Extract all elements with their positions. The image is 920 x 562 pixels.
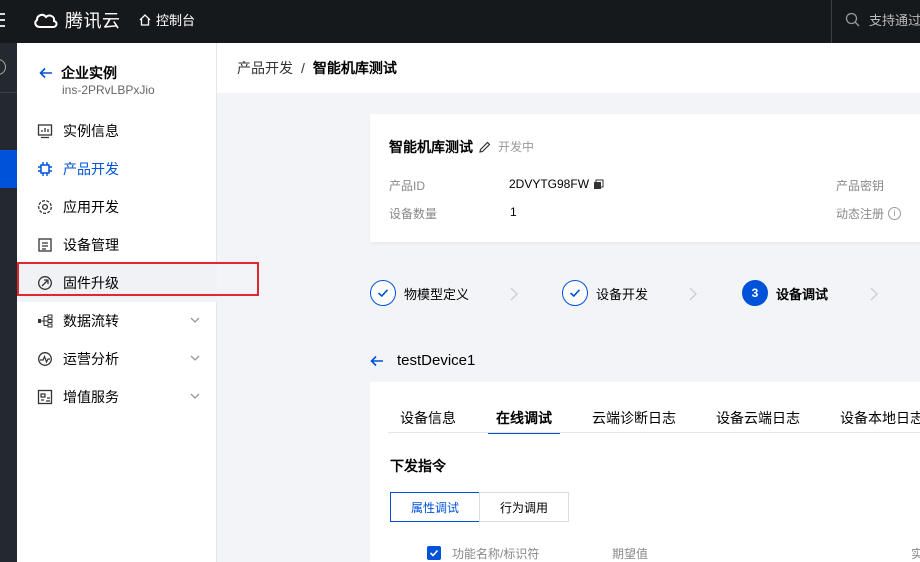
device-list-icon <box>37 237 53 253</box>
dynamic-reg-row: 动态注册 i <box>836 205 902 222</box>
product-name-row: 智能机库测试 <box>389 137 492 157</box>
sidebar-item-label: 增值服务 <box>63 389 119 405</box>
device-back-row[interactable]: testDevice1 <box>370 352 475 369</box>
debug-card: 设备信息 在线调试 云端诊断日志 设备云端日志 设备本地日志 下发指令 属性调试… <box>370 382 920 562</box>
check-icon <box>370 280 396 306</box>
sidebar-item-label: 运营分析 <box>63 351 119 367</box>
sidebar-item-analytics[interactable]: 运营分析 <box>17 340 217 378</box>
chevron-right-icon <box>510 287 518 301</box>
step-label: 设备调试 <box>776 286 829 302</box>
top-bar: 腾讯云 控制台 支持通过 <box>0 0 920 43</box>
step-number-badge: 3 <box>742 280 768 306</box>
strip-active-indicator[interactable] <box>0 150 17 188</box>
tab-device-cloud-log[interactable]: 设备云端日志 <box>716 408 800 433</box>
menu-icon[interactable] <box>0 11 10 29</box>
arrow-left-icon <box>39 67 52 79</box>
col-actual-value: 实 <box>911 547 920 561</box>
chevron-down-icon <box>190 393 200 399</box>
sidebar-item-product-dev[interactable]: 产品开发 <box>17 150 217 188</box>
sidebar-item-app-dev[interactable]: 应用开发 <box>17 188 217 226</box>
console-label: 控制台 <box>156 13 196 28</box>
console-link[interactable]: 控制台 <box>138 10 195 29</box>
breadcrumb: 产品开发 / 智能机库测试 <box>217 43 920 93</box>
data-flow-icon <box>37 313 53 329</box>
info-icon[interactable]: i <box>888 207 902 220</box>
device-name: testDevice1 <box>397 352 476 369</box>
product-name: 智能机库测试 <box>389 139 473 155</box>
app-dev-icon <box>37 199 53 215</box>
annotation-highlight-box <box>17 262 259 296</box>
device-tabs: 设备信息 在线调试 云端诊断日志 设备云端日志 设备本地日志 <box>388 408 920 434</box>
topbar-divider <box>831 0 832 43</box>
search-placeholder: 支持通过 <box>869 13 920 28</box>
step-label: 设备开发 <box>596 286 649 302</box>
sidebar-item-label: 产品开发 <box>63 161 119 177</box>
sidebar-item-instance-info[interactable]: 实例信息 <box>17 112 217 150</box>
check-icon <box>429 549 439 557</box>
search-icon <box>845 12 860 27</box>
instance-id: ins-2PRvLBPxJio <box>62 83 155 97</box>
sidebar-item-device-mgmt[interactable]: 设备管理 <box>17 226 217 264</box>
dynamic-reg-label: 动态注册 <box>836 207 885 221</box>
product-id-label: 产品ID <box>389 179 426 193</box>
select-all-checkbox[interactable] <box>427 546 441 560</box>
sidebar-item-label: 设备管理 <box>63 237 119 253</box>
chevron-right-icon <box>870 287 878 301</box>
back-to-instances[interactable]: 企业实例 <box>39 63 117 83</box>
chevron-down-icon <box>190 317 200 323</box>
tab-device-local-log[interactable]: 设备本地日志 <box>840 408 920 433</box>
chevron-right-icon <box>689 287 697 301</box>
breadcrumb-separator: / <box>301 60 305 76</box>
arrow-left-icon <box>370 355 383 366</box>
sidebar-item-data-flow[interactable]: 数据流转 <box>17 302 217 340</box>
tab-online-debug[interactable]: 在线调试 <box>488 408 560 434</box>
global-search[interactable]: 支持通过 <box>845 10 920 29</box>
col-function-name: 功能名称/标识符 <box>452 547 540 561</box>
sidebar-item-value-added[interactable]: 增值服务 <box>17 378 217 416</box>
primary-nav-strip <box>0 43 17 562</box>
brand-name: 腾讯云 <box>65 11 121 31</box>
product-secret-label: 产品密钥 <box>836 179 885 193</box>
cloud-logo-icon <box>34 13 58 28</box>
step-model-definition[interactable]: 物模型定义 <box>370 280 469 306</box>
secondary-sidebar: 企业实例 ins-2PRvLBPxJio 实例信息 产品开发 应用开发 设备管理… <box>17 43 217 562</box>
chip-icon <box>37 161 53 177</box>
copy-icon[interactable] <box>593 179 604 190</box>
instance-title: 企业实例 <box>61 65 117 81</box>
sidebar-item-label: 实例信息 <box>63 123 119 139</box>
sidebar-item-label: 应用开发 <box>63 199 119 215</box>
home-icon <box>139 13 151 26</box>
action-call-button[interactable]: 行为调用 <box>479 492 569 522</box>
step-device-debug[interactable]: 3 设备调试 <box>742 280 828 306</box>
device-count-value: 1 <box>510 205 517 219</box>
tab-cloud-diagnosis-log[interactable]: 云端诊断日志 <box>592 408 676 433</box>
step-device-dev[interactable]: 设备开发 <box>562 280 648 306</box>
product-id-value: 2DVYTG98FW <box>509 177 604 191</box>
breadcrumb-current: 智能机库测试 <box>312 60 397 76</box>
product-info-card: 智能机库测试 开发中 产品ID 2DVYTG98FW 设备数量 1 产品密钥 动… <box>370 114 920 242</box>
instance-info-icon <box>37 123 53 139</box>
tabs-divider <box>388 432 920 433</box>
step-label: 物模型定义 <box>404 286 470 302</box>
chevron-down-icon <box>190 355 200 361</box>
tab-device-info[interactable]: 设备信息 <box>400 408 456 433</box>
nav-ring-icon[interactable] <box>0 59 6 75</box>
section-title: 下发指令 <box>390 458 446 474</box>
tencent-cloud-logo[interactable]: 腾讯云 <box>33 8 121 32</box>
product-id: 2DVYTG98FW <box>509 177 590 191</box>
analytics-icon <box>37 351 53 367</box>
col-expected-value: 期望值 <box>612 547 649 561</box>
product-status: 开发中 <box>498 140 535 154</box>
device-count-label: 设备数量 <box>389 207 438 221</box>
sidebar-item-label: 数据流转 <box>63 313 119 329</box>
value-added-icon <box>37 389 53 405</box>
edit-pencil-icon[interactable] <box>478 140 492 154</box>
breadcrumb-parent[interactable]: 产品开发 <box>237 58 293 78</box>
check-icon <box>562 280 588 306</box>
strip-divider <box>0 92 17 93</box>
property-debug-button[interactable]: 属性调试 <box>390 492 480 522</box>
